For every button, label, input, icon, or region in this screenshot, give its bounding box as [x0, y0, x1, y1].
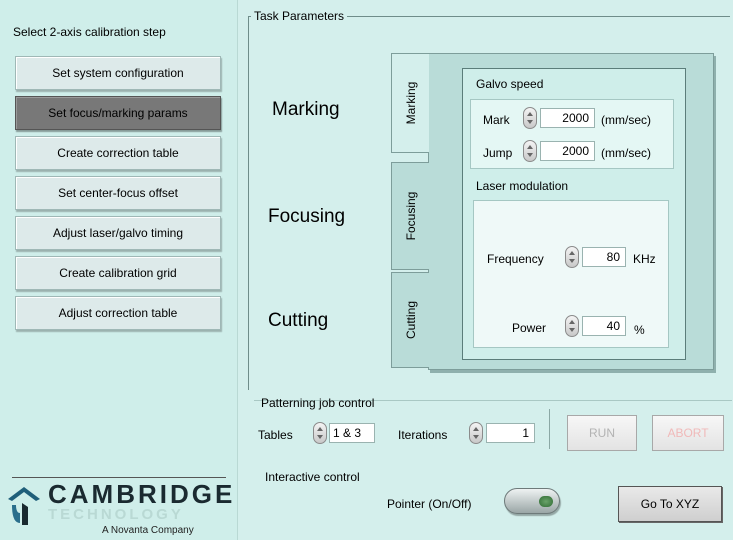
- run-button[interactable]: RUN: [567, 415, 637, 451]
- step-button-calibration-grid[interactable]: Create calibration grid: [15, 256, 221, 290]
- frequency-unit: KHz: [633, 252, 656, 266]
- logo-subtitle: TECHNOLOGY: [48, 506, 184, 523]
- mark-unit: (mm/sec): [601, 113, 651, 127]
- tables-input[interactable]: 1 & 3: [329, 423, 375, 443]
- frequency-spinner[interactable]: [565, 246, 579, 268]
- mark-speed-input[interactable]: 2000: [540, 108, 595, 128]
- cambridge-logo-icon: [8, 487, 40, 525]
- tab-cutting[interactable]: Cutting: [391, 272, 429, 368]
- jump-unit: (mm/sec): [601, 146, 651, 160]
- tab-focusing-label: Focusing: [403, 191, 418, 241]
- jump-speed-input[interactable]: 2000: [540, 141, 595, 161]
- step-button-laser-galvo-timing[interactable]: Adjust laser/galvo timing: [15, 216, 221, 250]
- pointer-indicator-led: [539, 496, 553, 507]
- iterations-spinner[interactable]: [469, 422, 483, 444]
- logo-tagline: A Novanta Company: [102, 525, 194, 536]
- tables-spinner[interactable]: [313, 422, 327, 444]
- step-button-focus-marking-params[interactable]: Set focus/marking params: [15, 96, 221, 130]
- mark-label: Mark: [483, 113, 510, 127]
- power-unit: %: [634, 323, 645, 337]
- tab-marking[interactable]: Marking: [391, 53, 429, 153]
- task-group-border-left: [248, 16, 249, 390]
- step-button-system-configuration[interactable]: Set system configuration: [15, 56, 221, 90]
- patterning-title: Patterning job control: [261, 396, 375, 410]
- tab-marking-label: Marking: [403, 81, 418, 125]
- section-label-marking: Marking: [272, 99, 340, 120]
- tables-label: Tables: [258, 428, 293, 442]
- laser-modulation-title: Laser modulation: [476, 179, 569, 193]
- task-parameters-title: Task Parameters: [251, 9, 348, 23]
- patterning-separator: [549, 409, 550, 449]
- tab-cutting-label: Cutting: [403, 300, 418, 340]
- steps-title: Select 2-axis calibration step: [13, 25, 166, 39]
- section-label-focusing: Focusing: [268, 206, 346, 227]
- section-label-cutting: Cutting: [268, 310, 329, 331]
- pointer-label: Pointer (On/Off): [387, 497, 472, 511]
- power-input[interactable]: 40: [582, 316, 626, 336]
- power-spinner[interactable]: [565, 315, 579, 337]
- calibration-steps-panel: Select 2-axis calibration step Set syste…: [0, 0, 238, 540]
- go-to-xyz-button[interactable]: Go To XYZ: [618, 486, 722, 522]
- iterations-input[interactable]: 1: [486, 423, 535, 443]
- step-button-adjust-correction-table[interactable]: Adjust correction table: [15, 296, 221, 330]
- jump-label: Jump: [483, 146, 513, 160]
- step-button-create-correction-table[interactable]: Create correction table: [15, 136, 221, 170]
- iterations-label: Iterations: [398, 428, 448, 442]
- jump-speed-spinner[interactable]: [523, 140, 537, 162]
- tab-focusing[interactable]: Focusing: [391, 162, 429, 270]
- galvo-speed-title: Galvo speed: [476, 77, 544, 91]
- interactive-control-title: Interactive control: [265, 470, 360, 484]
- pointer-toggle[interactable]: [504, 488, 560, 514]
- abort-button[interactable]: ABORT: [652, 415, 724, 451]
- step-button-center-focus-offset[interactable]: Set center-focus offset: [15, 176, 221, 210]
- frequency-input[interactable]: 80: [582, 247, 626, 267]
- logo-divider: [12, 477, 226, 478]
- power-label: Power: [512, 321, 547, 335]
- frequency-label: Frequency: [487, 252, 544, 266]
- mark-speed-spinner[interactable]: [523, 107, 537, 129]
